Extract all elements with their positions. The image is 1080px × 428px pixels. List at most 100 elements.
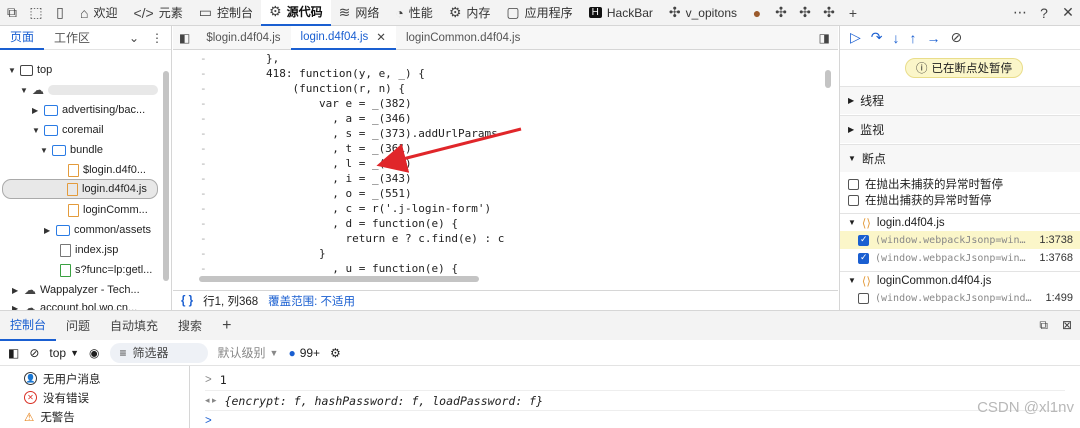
filter-user-messages[interactable]: 👤 无用户消息 — [24, 369, 101, 388]
tree-item-top[interactable]: ▼ top — [8, 60, 52, 80]
console-output[interactable]: >1 ◂ ▸ {encrypt: f, hashPassword: f, load… — [191, 366, 1080, 428]
add-tab-icon[interactable]: + — [841, 0, 865, 26]
tab-file-active[interactable]: login.d4f04.js ✕ — [290, 25, 396, 50]
section-threads[interactable]: ▶ 线程 — [840, 86, 1080, 114]
coverage-link[interactable]: 覆盖范围: 不适用 — [268, 293, 355, 309]
puzzle-icon[interactable]: ✣ — [817, 0, 841, 26]
sidebar-toggle-icon[interactable]: ◧ — [8, 346, 19, 360]
more-options-icon[interactable]: ⋯ — [1008, 0, 1032, 26]
tree-item-origin[interactable]: ▼ ☁ — [20, 80, 158, 100]
horizontal-scrollbar[interactable] — [199, 276, 479, 282]
tab-file[interactable]: loginCommon.d4f04.js — [396, 26, 530, 50]
wifi-icon: ≋ — [338, 4, 351, 20]
tree-item-file[interactable]: loginComm... — [68, 200, 148, 220]
step-into-icon[interactable]: ↓ — [893, 30, 900, 46]
tree-item-extension[interactable]: ▶ ☁ Wappalyzer - Tech... — [12, 280, 140, 300]
tree-item-bundle[interactable]: ▼ bundle — [40, 140, 103, 160]
tree-item-file[interactable]: s?func=lp:getl... — [60, 260, 152, 280]
section-watch[interactable]: ▶ 监视 — [840, 115, 1080, 143]
folder-icon — [44, 104, 58, 116]
checkbox[interactable] — [848, 178, 859, 190]
console-sidebar: 👤 无用户消息 ✕ 没有错误 ⚠ 无警告 — [0, 366, 190, 428]
tree-item-coremail[interactable]: ▼ coremail — [32, 120, 104, 140]
step-over-icon[interactable]: ↷ — [871, 29, 883, 46]
close-icon[interactable]: ✕ — [1056, 0, 1080, 26]
console-result-line[interactable]: ◂ ▸ {encrypt: f, hashPassword: f, loadPas… — [205, 390, 1065, 410]
pretty-print-button[interactable]: { } — [181, 295, 193, 307]
checkbox[interactable] — [848, 194, 859, 206]
tab-memory[interactable]: ⚙ 内存 — [441, 0, 499, 26]
tab-elements[interactable]: </> 元素 — [125, 0, 190, 26]
tab-v-opitons[interactable]: ✣ v_opitons — [661, 0, 745, 26]
checkbox[interactable] — [858, 234, 869, 246]
toggle-debugger-icon[interactable]: ◨ — [819, 31, 838, 45]
live-expression-icon[interactable]: ◉ — [89, 346, 99, 360]
breakpoint-file[interactable]: ▼ ⟨⟩ login.d4f04.js — [840, 213, 1080, 231]
puzzle-icon[interactable]: ✣ — [793, 0, 817, 26]
close-icon[interactable]: ✕ — [376, 30, 386, 44]
filter-input[interactable]: ≡ 筛选器 — [109, 342, 208, 363]
file-icon — [60, 243, 71, 257]
move-to-top-icon[interactable]: ⧉ — [1039, 318, 1048, 333]
close-drawer-icon[interactable]: ⊠ — [1062, 318, 1072, 333]
tree-item-file[interactable]: index.jsp — [60, 240, 118, 260]
tab-workspace[interactable]: 工作区 — [44, 26, 100, 50]
more-icon[interactable]: ⋮ — [151, 31, 163, 45]
section-breakpoints[interactable]: ▼ 断点 — [840, 144, 1080, 172]
level-selector[interactable]: 默认级别 ▼ — [218, 344, 279, 361]
tab-performance[interactable]: ◔ 性能 — [387, 0, 440, 26]
puzzle-icon: ✣ — [668, 4, 681, 20]
tree-item-file[interactable]: $login.d4f0... — [68, 160, 146, 180]
puzzle-icon[interactable]: ✣ — [769, 0, 793, 26]
add-icon[interactable]: + — [212, 311, 241, 341]
drawer-tab-search[interactable]: 搜索 — [168, 311, 212, 341]
tree-item-advertising[interactable]: ▶ advertising/bac... — [32, 100, 145, 120]
chevron-down-icon[interactable]: ⌄ — [129, 31, 139, 45]
code-area[interactable]: - }, - 418: function(y, e, _) { - (funct… — [173, 50, 838, 290]
toggle-navigator-icon[interactable]: ◧ — [173, 31, 196, 45]
vertical-scrollbar[interactable] — [825, 70, 831, 88]
tab-network[interactable]: ≋ 网络 — [331, 0, 388, 26]
breakpoint-item[interactable]: (window.webpackJsonp=win…1:3768 — [840, 249, 1080, 267]
drawer-tab-console[interactable]: 控制台 — [0, 311, 57, 341]
clear-console-icon[interactable]: ⊘ — [29, 346, 39, 360]
redacted-host — [48, 85, 158, 95]
tab-console[interactable]: ▭ 控制台 — [191, 0, 261, 26]
step-out-icon[interactable]: ↑ — [910, 30, 917, 46]
inspect-icon[interactable]: ⬚ — [24, 0, 48, 26]
tree-item-account[interactable]: ▶ ☁ account.bol.wo.cn... — [12, 298, 137, 310]
tab-sources[interactable]: ⚙ 源代码 — [261, 0, 331, 26]
pause-caught-option[interactable]: 在抛出捕获的异常时暂停 — [840, 191, 1080, 209]
filter-errors[interactable]: ✕ 没有错误 — [24, 388, 89, 407]
context-selector[interactable]: top ▼ — [49, 346, 79, 360]
tab-application[interactable]: ▢ 应用程序 — [498, 0, 580, 26]
tab-file[interactable]: $login.d4f04.js — [196, 26, 290, 50]
deactivate-breakpoints-icon[interactable]: ⊘ — [951, 29, 963, 46]
resume-icon[interactable]: ▷ — [850, 29, 861, 46]
tree-item-file-selected[interactable]: login.d4f04.js — [2, 179, 158, 199]
breakpoint-item[interactable]: (window.webpackJsonp=wind… 1:499 — [840, 289, 1080, 307]
expand-icon: ▼ — [848, 154, 856, 163]
settings-icon[interactable]: ⚙ — [330, 346, 341, 360]
help-icon[interactable]: ? — [1032, 0, 1056, 26]
filter-warnings[interactable]: ⚠ 无警告 — [24, 407, 75, 426]
drawer-tab-autofill[interactable]: 自动填充 — [100, 311, 168, 341]
tab-welcome[interactable]: ⌂ 欢迎 — [72, 0, 125, 26]
step-icon[interactable]: → — [927, 30, 941, 46]
dock-icon[interactable]: ⧉ — [0, 0, 24, 26]
navigator-scrollbar[interactable] — [163, 71, 169, 281]
breakpoint-item-active[interactable]: (window.webpackJsonp=win…1:3738 — [840, 231, 1080, 249]
tab-hackbar[interactable]: H HackBar — [581, 0, 661, 26]
issues-badge[interactable]: ● 99+ — [288, 346, 320, 360]
drawer-tab-issues[interactable]: 问题 — [56, 311, 100, 341]
console-prompt[interactable]: > — [205, 410, 1065, 428]
checkbox[interactable] — [858, 292, 869, 304]
editor-status-bar: { } 行1, 列368 覆盖范围: 不适用 — [173, 290, 838, 310]
checkbox[interactable] — [858, 252, 869, 264]
expand-icon: ▼ — [32, 125, 40, 135]
tab-page[interactable]: 页面 — [0, 26, 45, 50]
cookie-icon[interactable]: ● — [745, 0, 769, 26]
breakpoint-file[interactable]: ▼ ⟨⟩ loginCommon.d4f04.js — [840, 271, 1080, 289]
sidebar-toggle-icon[interactable]: ▯ — [48, 0, 72, 26]
tree-item-common-assets[interactable]: ▶ common/assets — [44, 220, 151, 240]
